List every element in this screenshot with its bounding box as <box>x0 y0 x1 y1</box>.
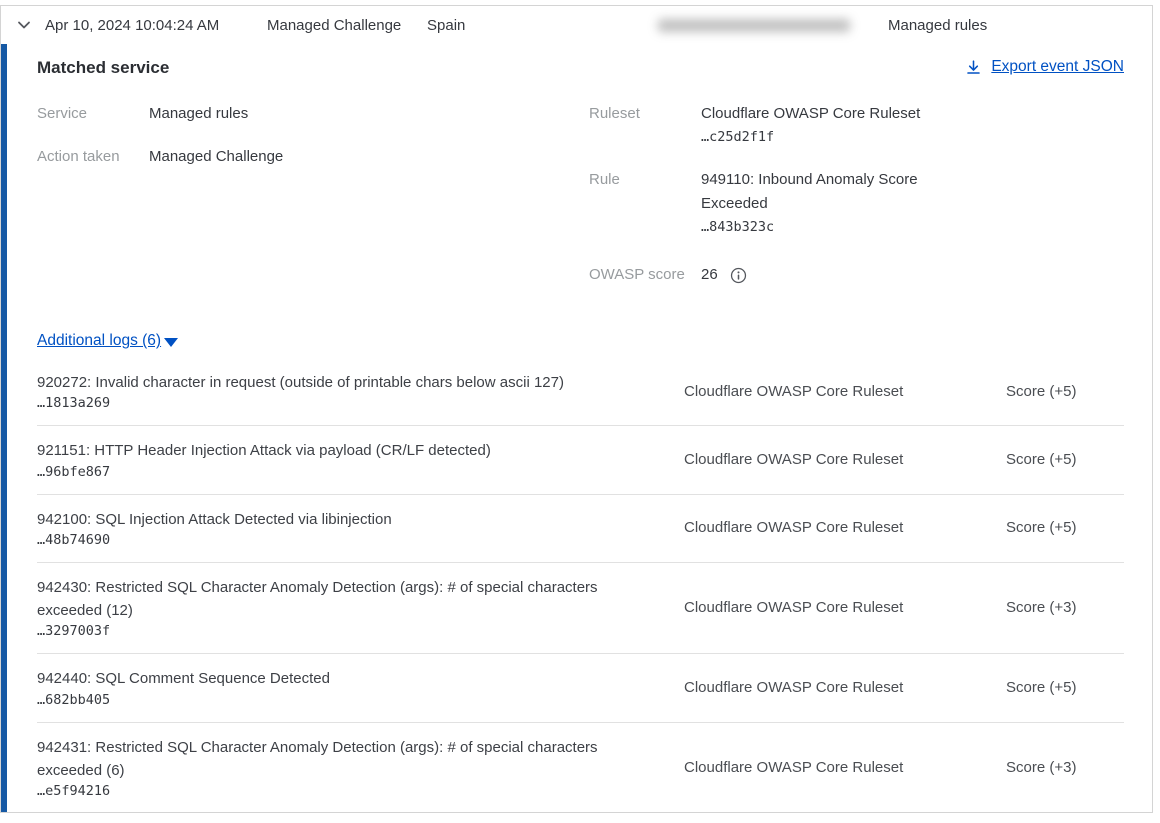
chevron-down-icon <box>16 17 32 33</box>
event-service: Managed rules <box>888 17 987 34</box>
rule-hash: …843b323c <box>701 217 941 239</box>
panel-title: Matched service <box>37 58 169 78</box>
log-hash: …48b74690 <box>37 532 657 548</box>
log-description: 921151: HTTP Header Injection Attack via… <box>37 439 657 462</box>
log-hash: …96bfe867 <box>37 464 657 480</box>
log-hash: …e5f94216 <box>37 783 657 799</box>
log-ruleset: Cloudflare OWASP Core Ruleset <box>684 451 936 468</box>
owasp-score-label: OWASP score <box>589 263 701 287</box>
ruleset-field: Ruleset Cloudflare OWASP Core Ruleset …c… <box>589 102 1089 149</box>
log-score: Score (+3) <box>1006 599 1124 616</box>
log-description: 942100: SQL Injection Attack Detected vi… <box>37 508 657 531</box>
rule-value: 949110: Inbound Anomaly Score Exceeded <box>701 168 941 216</box>
log-ruleset: Cloudflare OWASP Core Ruleset <box>684 759 936 776</box>
log-score: Score (+5) <box>1006 451 1124 468</box>
info-icon[interactable] <box>730 267 747 284</box>
export-event-json-label: Export event JSON <box>991 58 1124 76</box>
caret-down-icon <box>164 338 178 347</box>
log-description: 942430: Restricted SQL Character Anomaly… <box>37 576 657 623</box>
download-icon <box>965 59 982 76</box>
log-score: Score (+5) <box>1006 519 1124 536</box>
service-value: Managed rules <box>149 102 248 126</box>
owasp-score-value: 26 <box>701 263 718 287</box>
additional-logs-label: Additional logs (6) <box>37 332 161 350</box>
log-row: 942440: SQL Comment Sequence Detected …6… <box>37 654 1124 722</box>
collapse-chevron-icon[interactable] <box>13 14 35 36</box>
rule-field: Rule 949110: Inbound Anomaly Score Excee… <box>589 168 1089 239</box>
export-event-json-link[interactable]: Export event JSON <box>965 58 1124 76</box>
log-row: 942431: Restricted SQL Character Anomaly… <box>37 723 1124 813</box>
event-timestamp: Apr 10, 2024 10:04:24 AM <box>45 17 267 34</box>
log-score: Score (+5) <box>1006 383 1124 400</box>
firewall-event-row: Apr 10, 2024 10:04:24 AM Managed Challen… <box>0 5 1153 813</box>
redacted-hostname <box>658 19 850 32</box>
log-ruleset: Cloudflare OWASP Core Ruleset <box>684 519 936 536</box>
log-score: Score (+3) <box>1006 759 1124 776</box>
event-country: Spain <box>427 17 658 34</box>
service-field: Service Managed rules <box>37 102 589 126</box>
rule-label: Rule <box>589 168 701 239</box>
log-description: 942440: SQL Comment Sequence Detected <box>37 667 657 690</box>
log-score: Score (+5) <box>1006 679 1124 696</box>
owasp-score-field: OWASP score 26 <box>589 263 1089 287</box>
action-taken-label: Action taken <box>37 145 149 169</box>
ruleset-hash: …c25d2f1f <box>701 127 920 149</box>
event-details-panel: Matched service Export event JSON Servic… <box>1 44 1152 813</box>
action-taken-field: Action taken Managed Challenge <box>37 145 589 169</box>
action-taken-value: Managed Challenge <box>149 145 283 169</box>
log-row: 942430: Restricted SQL Character Anomaly… <box>37 563 1124 655</box>
log-row: 921151: HTTP Header Injection Attack via… <box>37 426 1124 494</box>
log-row: 920272: Invalid character in request (ou… <box>37 358 1124 426</box>
log-description: 942431: Restricted SQL Character Anomaly… <box>37 736 657 783</box>
details-right-column: Ruleset Cloudflare OWASP Core Ruleset …c… <box>589 102 1089 306</box>
log-hash: …682bb405 <box>37 692 657 708</box>
additional-logs-table: 920272: Invalid character in request (ou… <box>37 358 1124 813</box>
log-row: 942100: SQL Injection Attack Detected vi… <box>37 495 1124 563</box>
service-label: Service <box>37 102 149 126</box>
details-left-column: Service Managed rules Action taken Manag… <box>37 102 589 306</box>
log-hash: …3297003f <box>37 623 657 639</box>
log-hash: …1813a269 <box>37 395 657 411</box>
event-summary-row[interactable]: Apr 10, 2024 10:04:24 AM Managed Challen… <box>1 6 1152 44</box>
ruleset-label: Ruleset <box>589 102 701 149</box>
log-ruleset: Cloudflare OWASP Core Ruleset <box>684 599 936 616</box>
log-ruleset: Cloudflare OWASP Core Ruleset <box>684 679 936 696</box>
log-ruleset: Cloudflare OWASP Core Ruleset <box>684 383 936 400</box>
additional-logs-toggle[interactable]: Additional logs (6) <box>37 332 178 350</box>
event-action: Managed Challenge <box>267 17 427 34</box>
ruleset-value: Cloudflare OWASP Core Ruleset <box>701 102 920 126</box>
log-description: 920272: Invalid character in request (ou… <box>37 371 657 394</box>
